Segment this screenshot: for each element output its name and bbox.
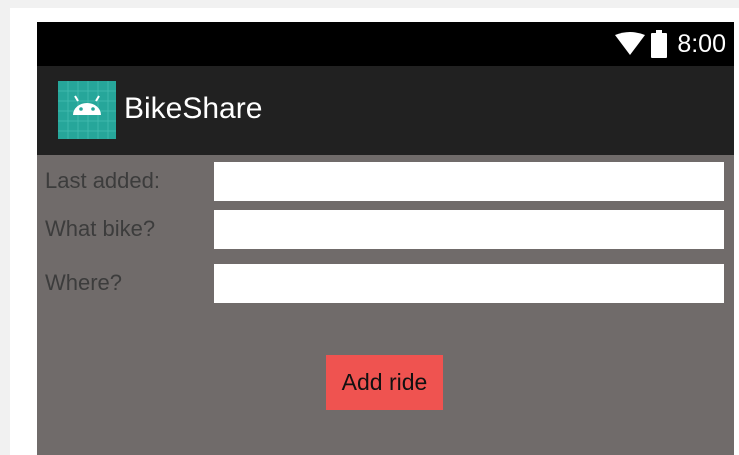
- app-title: BikeShare: [124, 92, 263, 125]
- wifi-icon: [615, 32, 646, 56]
- what-bike-field[interactable]: [214, 210, 724, 249]
- what-bike-row: What bike?: [37, 206, 734, 252]
- device-screen: 8:00 BikeShare Last added: What bike? Wh…: [37, 22, 734, 455]
- last-added-label: Last added:: [45, 168, 160, 193]
- battery-icon: [651, 30, 668, 58]
- status-indicators: 8:00: [615, 22, 726, 66]
- where-field[interactable]: [214, 264, 724, 303]
- what-bike-label: What bike?: [45, 216, 156, 241]
- last-added-row: Last added:: [37, 158, 734, 204]
- where-row: Where?: [37, 260, 734, 306]
- where-label: Where?: [45, 270, 123, 295]
- last-added-field[interactable]: [214, 162, 724, 201]
- page: 8:00 BikeShare Last added: What bike? Wh…: [0, 0, 739, 455]
- app-bar: BikeShare: [37, 66, 734, 155]
- add-ride-button[interactable]: Add ride: [326, 355, 443, 410]
- android-icon: [58, 81, 116, 139]
- status-clock: 8:00: [677, 29, 726, 58]
- status-bar: 8:00: [37, 22, 734, 66]
